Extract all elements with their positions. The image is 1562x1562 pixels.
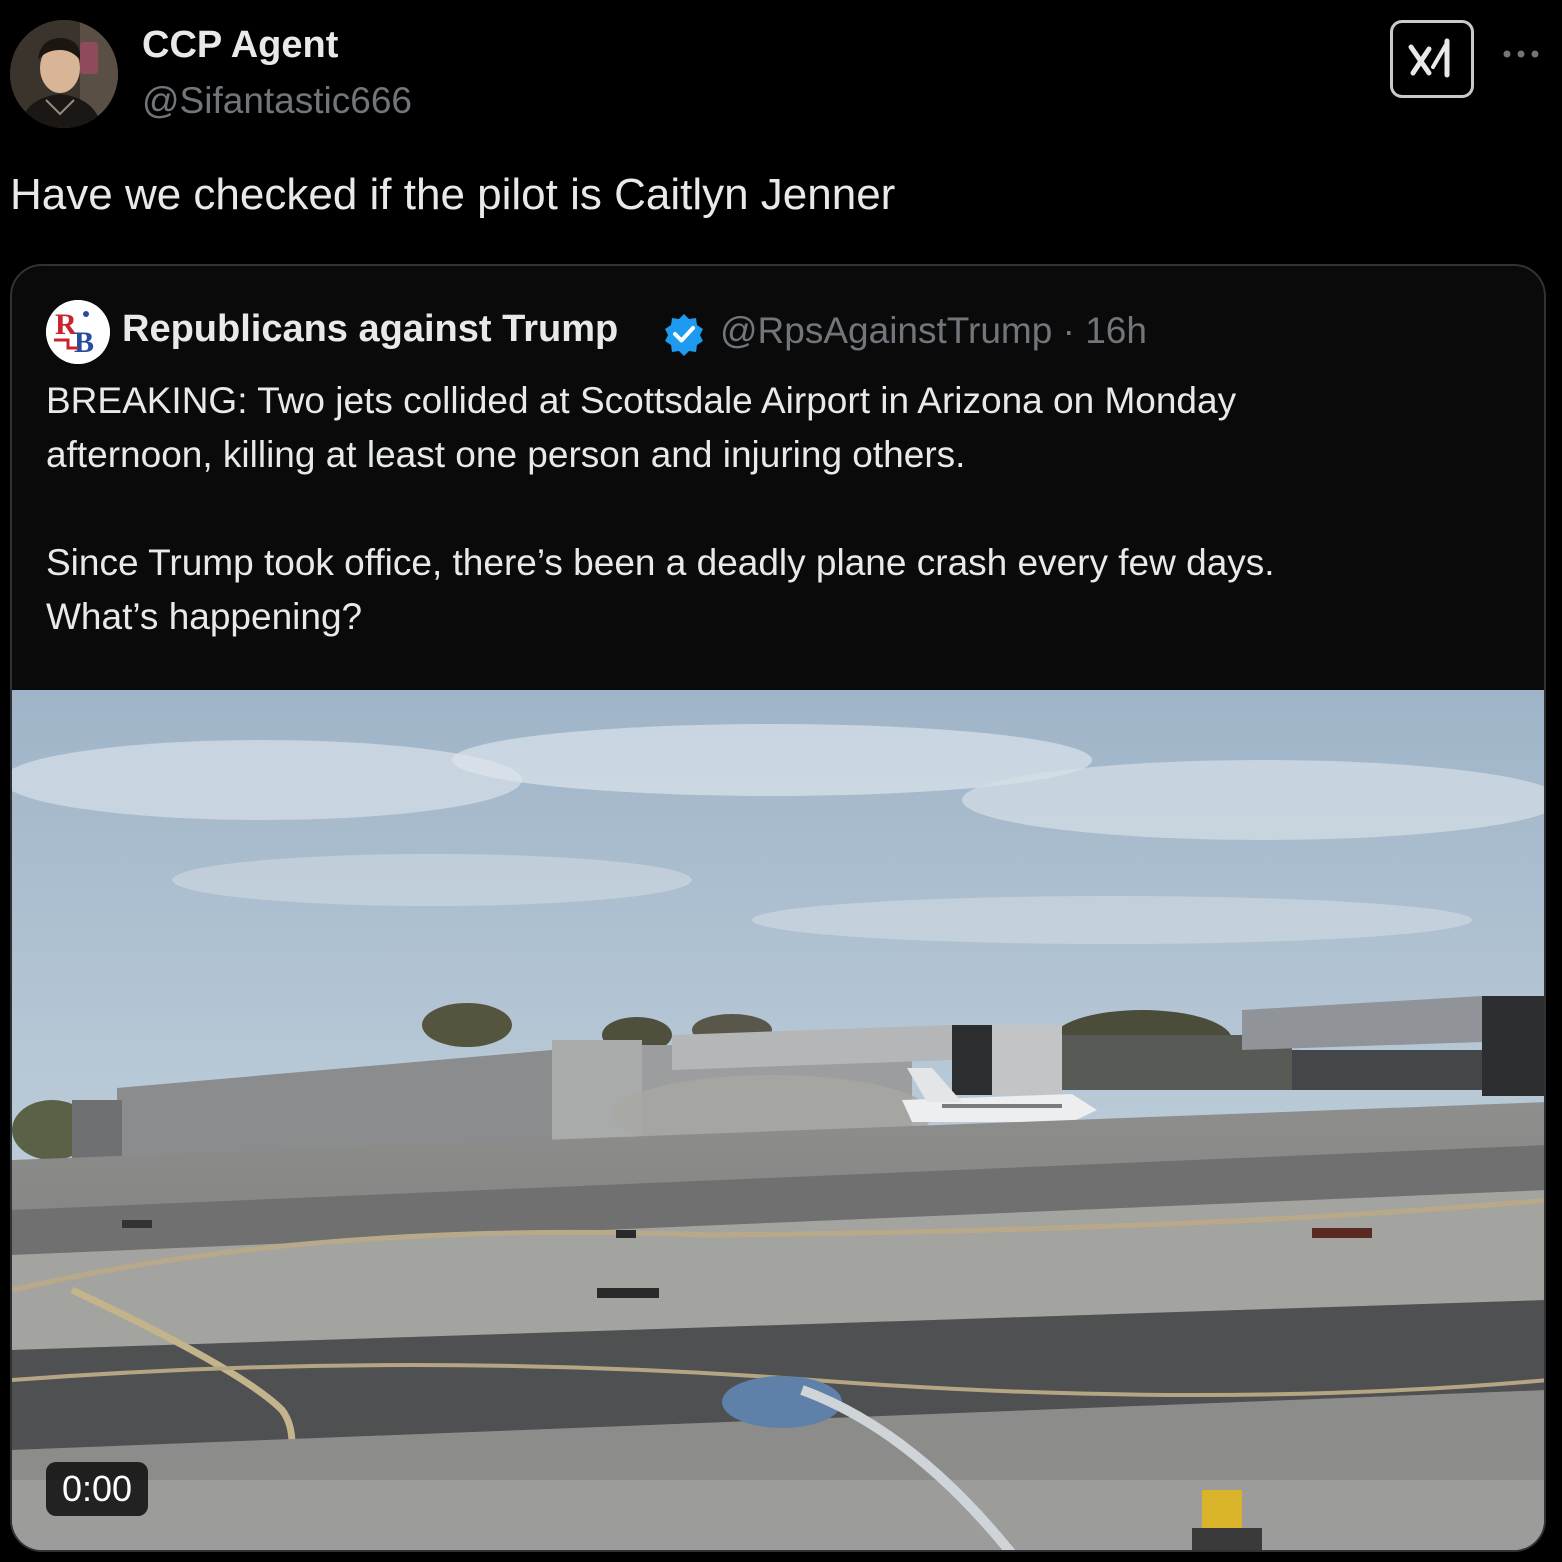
quoted-author-name[interactable]: Republicans against Trump — [122, 308, 618, 351]
author-avatar-image — [10, 20, 118, 128]
author-name[interactable]: CCP Agent — [142, 24, 338, 67]
video-timestamp: 0:00 — [46, 1462, 149, 1516]
quoted-tweet-text: BREAKING: Two jets collided at Scottsdal… — [46, 374, 1516, 644]
quoted-author-handle[interactable]: @RpsAgainstTrump — [720, 310, 1052, 351]
quoted-timestamp[interactable]: 16h — [1085, 310, 1147, 351]
tweet-text: Have we checked if the pilot is Caitlyn … — [10, 170, 896, 219]
airport-video-thumbnail — [12, 690, 1544, 1550]
author-handle[interactable]: @Sifantastic666 — [142, 80, 412, 122]
svg-text:B: B — [74, 326, 94, 359]
grok-x-icon — [1408, 38, 1450, 78]
more-dots-icon — [1503, 50, 1539, 58]
video-player[interactable]: 0:00 — [12, 690, 1544, 1550]
rb-logo-icon: R B — [46, 300, 110, 364]
author-avatar[interactable] — [10, 20, 118, 128]
verified-badge-icon — [662, 312, 706, 356]
quoted-paragraph: Since Trump took office, there’s been a … — [46, 542, 1275, 637]
quoted-tweet-card[interactable]: R B Republicans against Trump @RpsAgains… — [10, 264, 1546, 1552]
more-options-button[interactable] — [1498, 34, 1544, 74]
quoted-author-meta[interactable]: @RpsAgainstTrump · 16h — [720, 310, 1147, 352]
quoted-paragraph: BREAKING: Two jets collided at Scottsdal… — [46, 380, 1237, 475]
grok-button[interactable] — [1390, 20, 1474, 98]
quoted-author-avatar[interactable]: R B — [46, 300, 110, 364]
meta-separator: · — [1062, 310, 1075, 351]
